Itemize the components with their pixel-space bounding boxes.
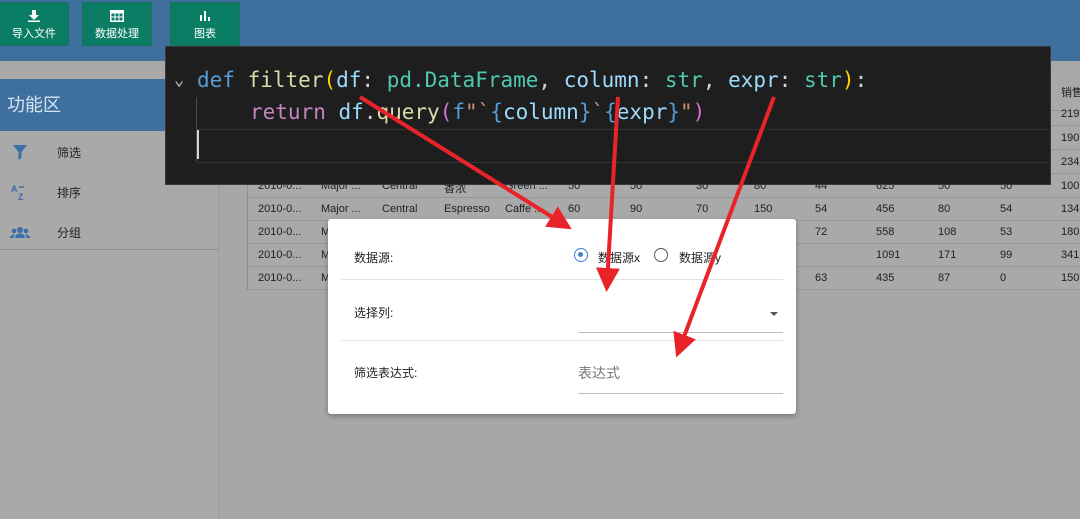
arrow-column-to-select — [595, 96, 620, 292]
arrow-df-to-source — [358, 95, 572, 230]
arrow-expr-to-input — [673, 96, 776, 358]
annotation-arrows — [358, 95, 776, 358]
